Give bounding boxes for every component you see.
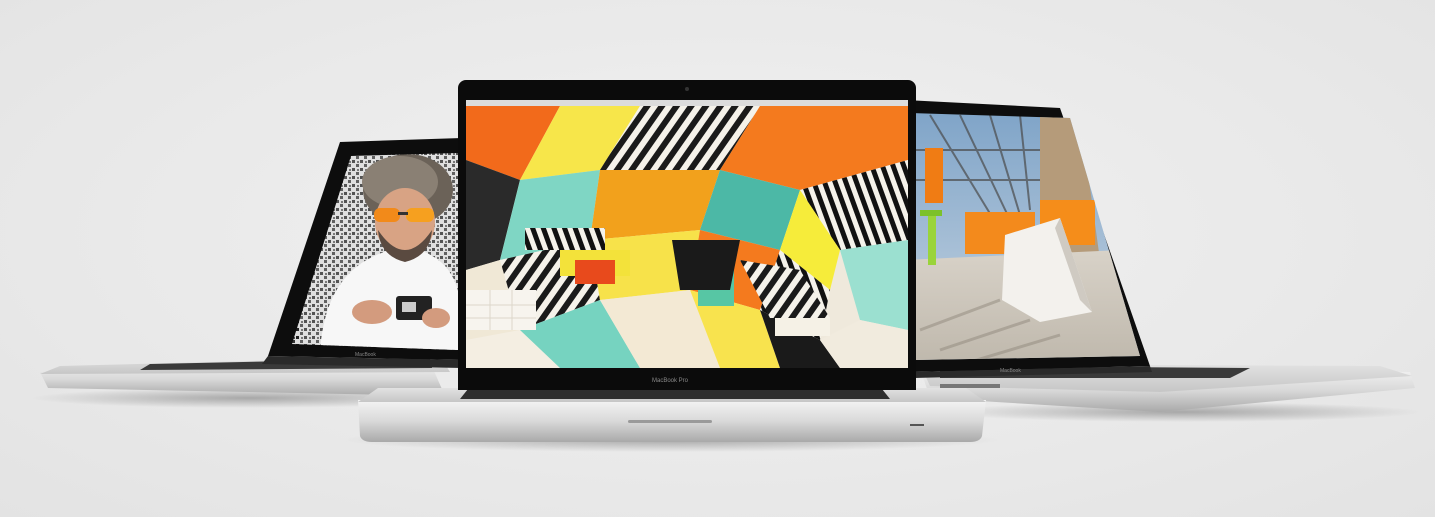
- laptops-illustration: MacBook MacBook MacBook Pro: [30, 80, 1420, 452]
- center-laptop-logo: MacBook Pro: [652, 378, 689, 384]
- menu-bar: [466, 100, 908, 106]
- center-laptop-keyboard: [460, 389, 890, 399]
- right-laptop-screen: [910, 113, 1140, 360]
- center-laptop-screen: [466, 100, 908, 368]
- center-laptop-sleep-light: [910, 424, 924, 426]
- person-hand: [352, 300, 392, 324]
- center-laptop-camera: [685, 87, 689, 91]
- right-laptop-logo: MacBook: [1000, 368, 1021, 374]
- left-laptop: MacBook: [40, 138, 462, 396]
- person-sunglasses: [374, 208, 400, 222]
- right-laptop: MacBook: [905, 100, 1415, 412]
- left-laptop-logo: MacBook: [355, 352, 376, 358]
- orange-banner: [925, 148, 943, 203]
- product-scene: MacBook MacBook MacBook Pro: [0, 0, 1435, 517]
- center-laptop-thumb-notch: [628, 420, 712, 423]
- striped-bench: [525, 228, 605, 250]
- right-laptop-ports: [940, 384, 1000, 388]
